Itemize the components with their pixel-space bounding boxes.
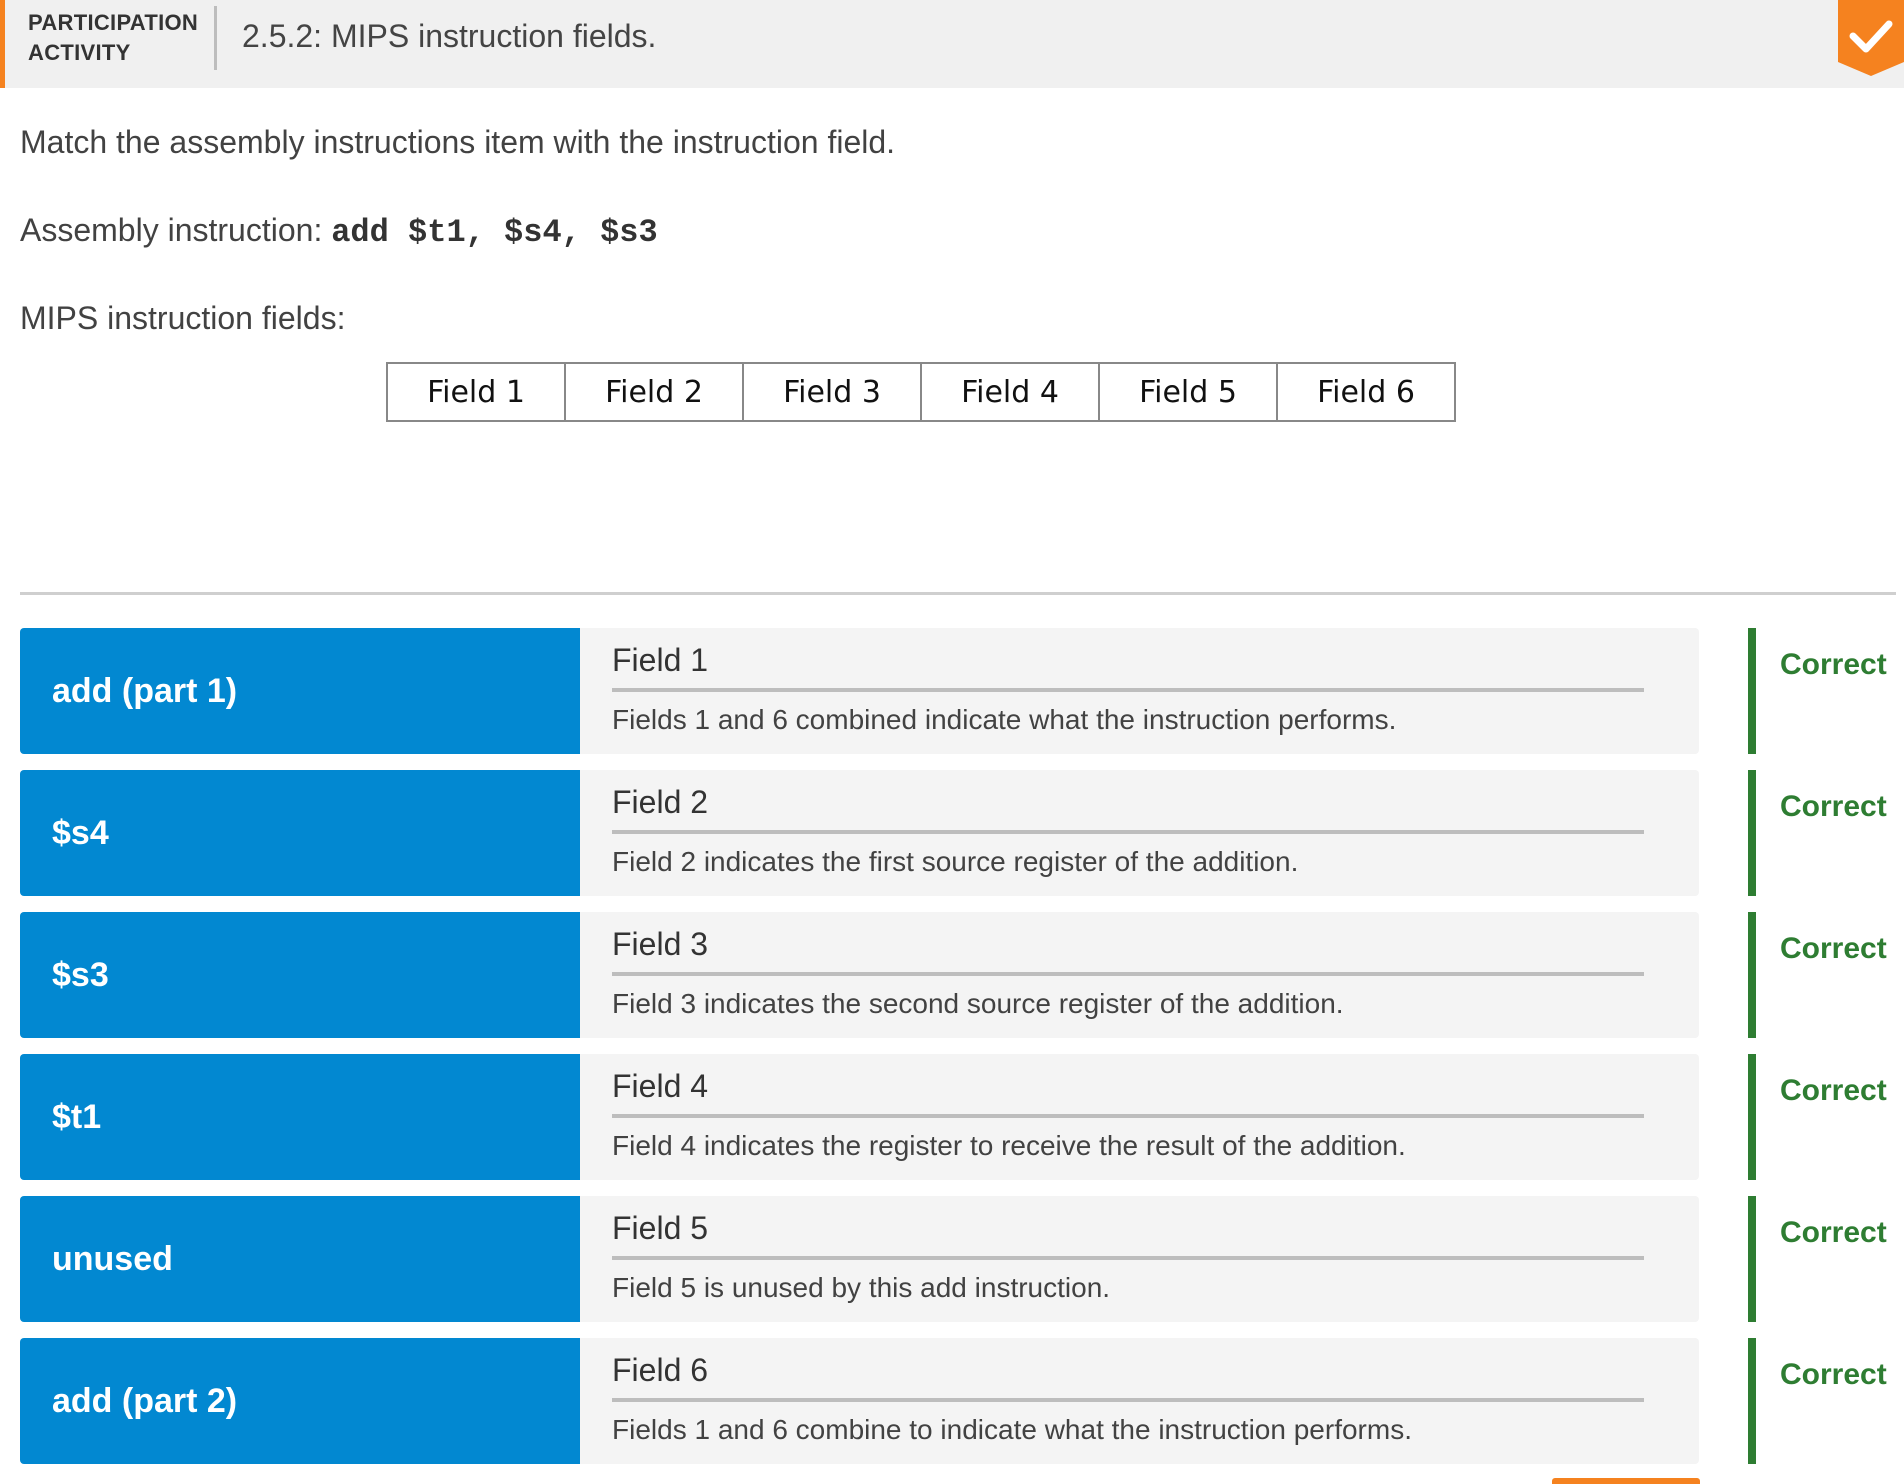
bucket-divider <box>612 972 1644 976</box>
drop-bucket[interactable]: Field 2 Field 2 indicates the first sour… <box>580 770 1699 896</box>
correct-indicator-bar <box>1748 912 1756 1038</box>
bucket-divider <box>612 830 1644 834</box>
instructions-prompt: Match the assembly instructions item wit… <box>20 124 896 160</box>
bucket-label: Field 1 <box>612 642 709 678</box>
correct-indicator-bar <box>1748 770 1756 896</box>
draggable-term[interactable]: unused <box>20 1196 580 1322</box>
bucket-explanation: Fields 1 and 6 combined indicate what th… <box>612 704 1397 735</box>
bucket-explanation: Field 3 indicates the second source regi… <box>612 988 1344 1019</box>
bucket-explanation: Field 2 indicates the first source regis… <box>612 846 1299 877</box>
activity-title: 2.5.2: MIPS instruction fields. <box>242 18 657 54</box>
bucket-divider <box>612 1398 1644 1402</box>
status-correct: Correct <box>1780 648 1887 681</box>
fields-label: MIPS instruction fields: <box>20 300 346 336</box>
match-row: add (part 2) Field 6 Fields 1 and 6 comb… <box>20 1338 1904 1464</box>
status-correct: Correct <box>1780 1216 1887 1249</box>
drop-bucket[interactable]: Field 3 Field 3 indicates the second sou… <box>580 912 1699 1038</box>
reset-button-edge[interactable] <box>1552 1478 1700 1484</box>
assembly-code: add $t1, $s4, $s3 <box>331 214 658 251</box>
draggable-term[interactable]: $t1 <box>20 1054 580 1180</box>
correct-indicator-bar <box>1748 1338 1756 1464</box>
drop-bucket[interactable]: Field 4 Field 4 indicates the register t… <box>580 1054 1699 1180</box>
activity-type-line1: PARTICIPATION <box>28 10 199 35</box>
match-row: unused Field 5 Field 5 is unused by this… <box>20 1196 1904 1322</box>
status-correct: Correct <box>1780 790 1887 823</box>
draggable-term[interactable]: $s3 <box>20 912 580 1038</box>
bucket-explanation: Field 5 is unused by this add instructio… <box>612 1272 1111 1303</box>
draggable-term[interactable]: $s4 <box>20 770 580 896</box>
match-row: $s3 Field 3 Field 3 indicates the second… <box>20 912 1904 1038</box>
bucket-explanation: Field 4 indicates the register to receiv… <box>612 1130 1406 1161</box>
drop-bucket[interactable]: Field 1 Fields 1 and 6 combined indicate… <box>580 628 1699 754</box>
match-row: $t1 Field 4 Field 4 indicates the regist… <box>20 1054 1904 1180</box>
bucket-label: Field 3 <box>612 926 709 962</box>
status-correct: Correct <box>1780 932 1887 965</box>
activity-type-label: PARTICIPATION ACTIVITY <box>28 8 208 68</box>
field-cell: Field 5 <box>1098 362 1278 422</box>
mips-fields-diagram: Field 1 Field 2 Field 3 Field 4 Field 5 … <box>386 362 1456 422</box>
correct-indicator-bar <box>1748 1054 1756 1180</box>
bucket-label: Field 5 <box>612 1210 709 1246</box>
draggable-term[interactable]: add (part 1) <box>20 628 580 754</box>
status-correct: Correct <box>1780 1358 1887 1391</box>
match-row: add (part 1) Field 1 Fields 1 and 6 comb… <box>20 628 1904 754</box>
field-cell: Field 4 <box>920 362 1100 422</box>
field-cell: Field 6 <box>1276 362 1456 422</box>
bucket-divider <box>612 688 1644 692</box>
header-divider <box>214 6 217 70</box>
correct-indicator-bar <box>1748 1196 1756 1322</box>
drop-bucket[interactable]: Field 5 Field 5 is unused by this add in… <box>580 1196 1699 1322</box>
activity-header: PARTICIPATION ACTIVITY 2.5.2: MIPS instr… <box>0 0 1904 88</box>
activity-type-line2: ACTIVITY <box>28 40 131 65</box>
field-cell: Field 1 <box>386 362 566 422</box>
draggable-term[interactable]: add (part 2) <box>20 1338 580 1464</box>
field-cell: Field 3 <box>742 362 922 422</box>
correct-indicator-bar <box>1748 628 1756 754</box>
bucket-divider <box>612 1256 1644 1260</box>
completion-checkmark-icon <box>1838 0 1904 76</box>
assembly-instruction: Assembly instruction: add $t1, $s4, $s3 <box>20 212 658 251</box>
bucket-label: Field 4 <box>612 1068 709 1104</box>
assembly-label: Assembly instruction: <box>20 212 323 248</box>
section-divider <box>20 592 1896 595</box>
bucket-explanation: Fields 1 and 6 combine to indicate what … <box>612 1414 1412 1445</box>
match-row: $s4 Field 2 Field 2 indicates the first … <box>20 770 1904 896</box>
drop-bucket[interactable]: Field 6 Fields 1 and 6 combine to indica… <box>580 1338 1699 1464</box>
bucket-label: Field 2 <box>612 784 709 820</box>
bucket-divider <box>612 1114 1644 1118</box>
field-cell: Field 2 <box>564 362 744 422</box>
bucket-label: Field 6 <box>612 1352 709 1388</box>
status-correct: Correct <box>1780 1074 1887 1107</box>
